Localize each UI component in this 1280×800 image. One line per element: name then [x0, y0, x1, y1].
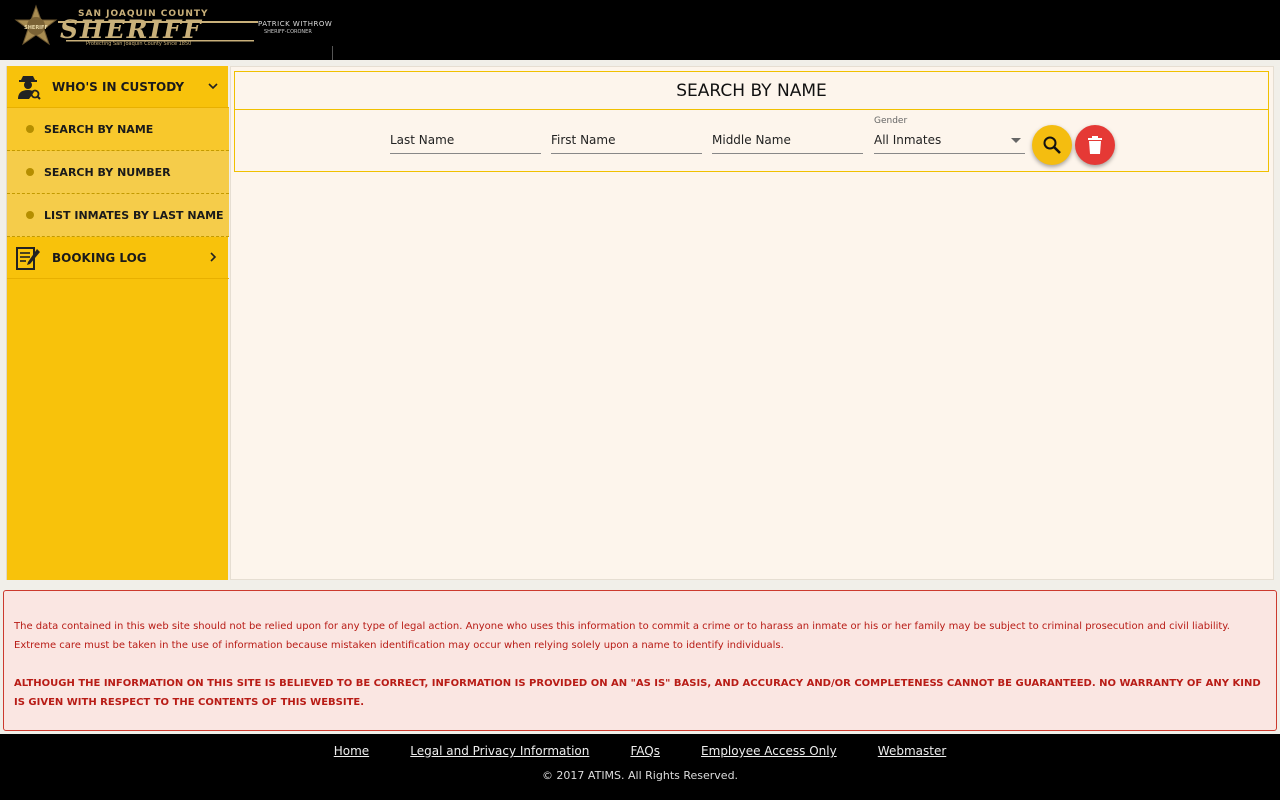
detective-icon [18, 76, 41, 100]
last-name-field[interactable] [390, 128, 541, 154]
disclaimer-warning: ALTHOUGH THE INFORMATION ON THIS SITE IS… [14, 678, 1261, 708]
sidebar-section-whos-in-custody[interactable]: WHO'S IN CUSTODY [7, 66, 229, 108]
badge-text: SHERIFF [24, 25, 48, 31]
sidebar-item-label: SEARCH BY NUMBER [44, 165, 171, 179]
gender-label: Gender [874, 116, 908, 126]
footer-link-home[interactable]: Home [334, 744, 369, 758]
header-divider [332, 46, 333, 60]
copyright-text: © 2017 ATIMS. All Rights Reserved. [541, 769, 739, 782]
gender-selected-value: All Inmates [874, 133, 942, 147]
sidebar-section-booking-log[interactable]: BOOKING LOG [7, 237, 229, 279]
sidebar-item-search-by-name[interactable]: SEARCH BY NAME [7, 108, 229, 151]
sidebar-item-list-inmates-by-last-name[interactable]: LIST INMATES BY LAST NAME [7, 194, 229, 237]
sidebar-item-label: SEARCH BY NAME [44, 122, 154, 136]
footer-link-webmaster[interactable]: Webmaster [878, 744, 946, 758]
dropdown-arrow-icon [1011, 138, 1021, 143]
tree-dot [26, 168, 34, 176]
content-area: WHO'S IN CUSTODY SEARCH BY NAME SEARCH B… [0, 60, 1280, 586]
site-header: SHERIFF SAN JOAQUIN COUNTY SHERIFF Prote… [0, 0, 1280, 60]
logo-tagline-text: Protecting San Joaquin County Since 1850 [86, 41, 191, 47]
last-name-input[interactable] [390, 128, 541, 152]
tree-dot [26, 125, 34, 133]
footer-link-legal[interactable]: Legal and Privacy Information [410, 744, 589, 758]
middle-name-field[interactable] [712, 128, 863, 154]
disclaimer-area: The data contained in this web site shou… [0, 586, 1280, 734]
search-button[interactable] [1032, 125, 1072, 165]
logo-title-text: SHERIFF [60, 15, 203, 44]
tree-dot [26, 211, 34, 219]
sidebar: WHO'S IN CUSTODY SEARCH BY NAME SEARCH B… [6, 66, 229, 580]
sheriff-logo-graphic: SHERIFF SAN JOAQUIN COUNTY SHERIFF Prote… [14, 4, 332, 47]
trash-icon [1088, 136, 1102, 154]
logo-officer-name: PATRICK WITHROW [258, 20, 332, 28]
footer-links: Home Legal and Privacy Information FAQs … [0, 740, 1280, 759]
footer-link-employee-access[interactable]: Employee Access Only [701, 744, 837, 758]
page-title: SEARCH BY NAME [235, 72, 1268, 110]
gender-select[interactable]: All Inmates [874, 128, 1025, 154]
footer-link-faqs[interactable]: FAQs [630, 744, 660, 758]
first-name-field[interactable] [551, 128, 702, 154]
sidebar-item-search-by-number[interactable]: SEARCH BY NUMBER [7, 151, 229, 194]
search-card: SEARCH BY NAME Gender All Inmates [234, 71, 1269, 172]
sheriff-logo[interactable]: SHERIFF SAN JOAQUIN COUNTY SHERIFF Prote… [6, 4, 336, 60]
main-panel: SEARCH BY NAME Gender All Inmates [230, 66, 1274, 580]
sidebar-item-label: LIST INMATES BY LAST NAME [44, 208, 224, 222]
middle-name-input[interactable] [712, 128, 863, 152]
sidebar-section-label: BOOKING LOG [52, 250, 147, 265]
disclaimer-box: The data contained in this web site shou… [3, 590, 1277, 731]
booking-log-icon [16, 247, 40, 270]
chevron-down-icon [208, 83, 218, 90]
logo-officer-title: SHERIFF-CORONER [264, 29, 312, 35]
chevron-right-icon [210, 252, 217, 262]
clear-button[interactable] [1075, 125, 1115, 165]
magnify-icon [1043, 136, 1061, 154]
sidebar-section-label: WHO'S IN CUSTODY [52, 79, 185, 94]
disclaimer-paragraph: The data contained in this web site shou… [14, 621, 1230, 651]
site-footer: Home Legal and Privacy Information FAQs … [0, 734, 1280, 800]
first-name-input[interactable] [551, 128, 702, 152]
